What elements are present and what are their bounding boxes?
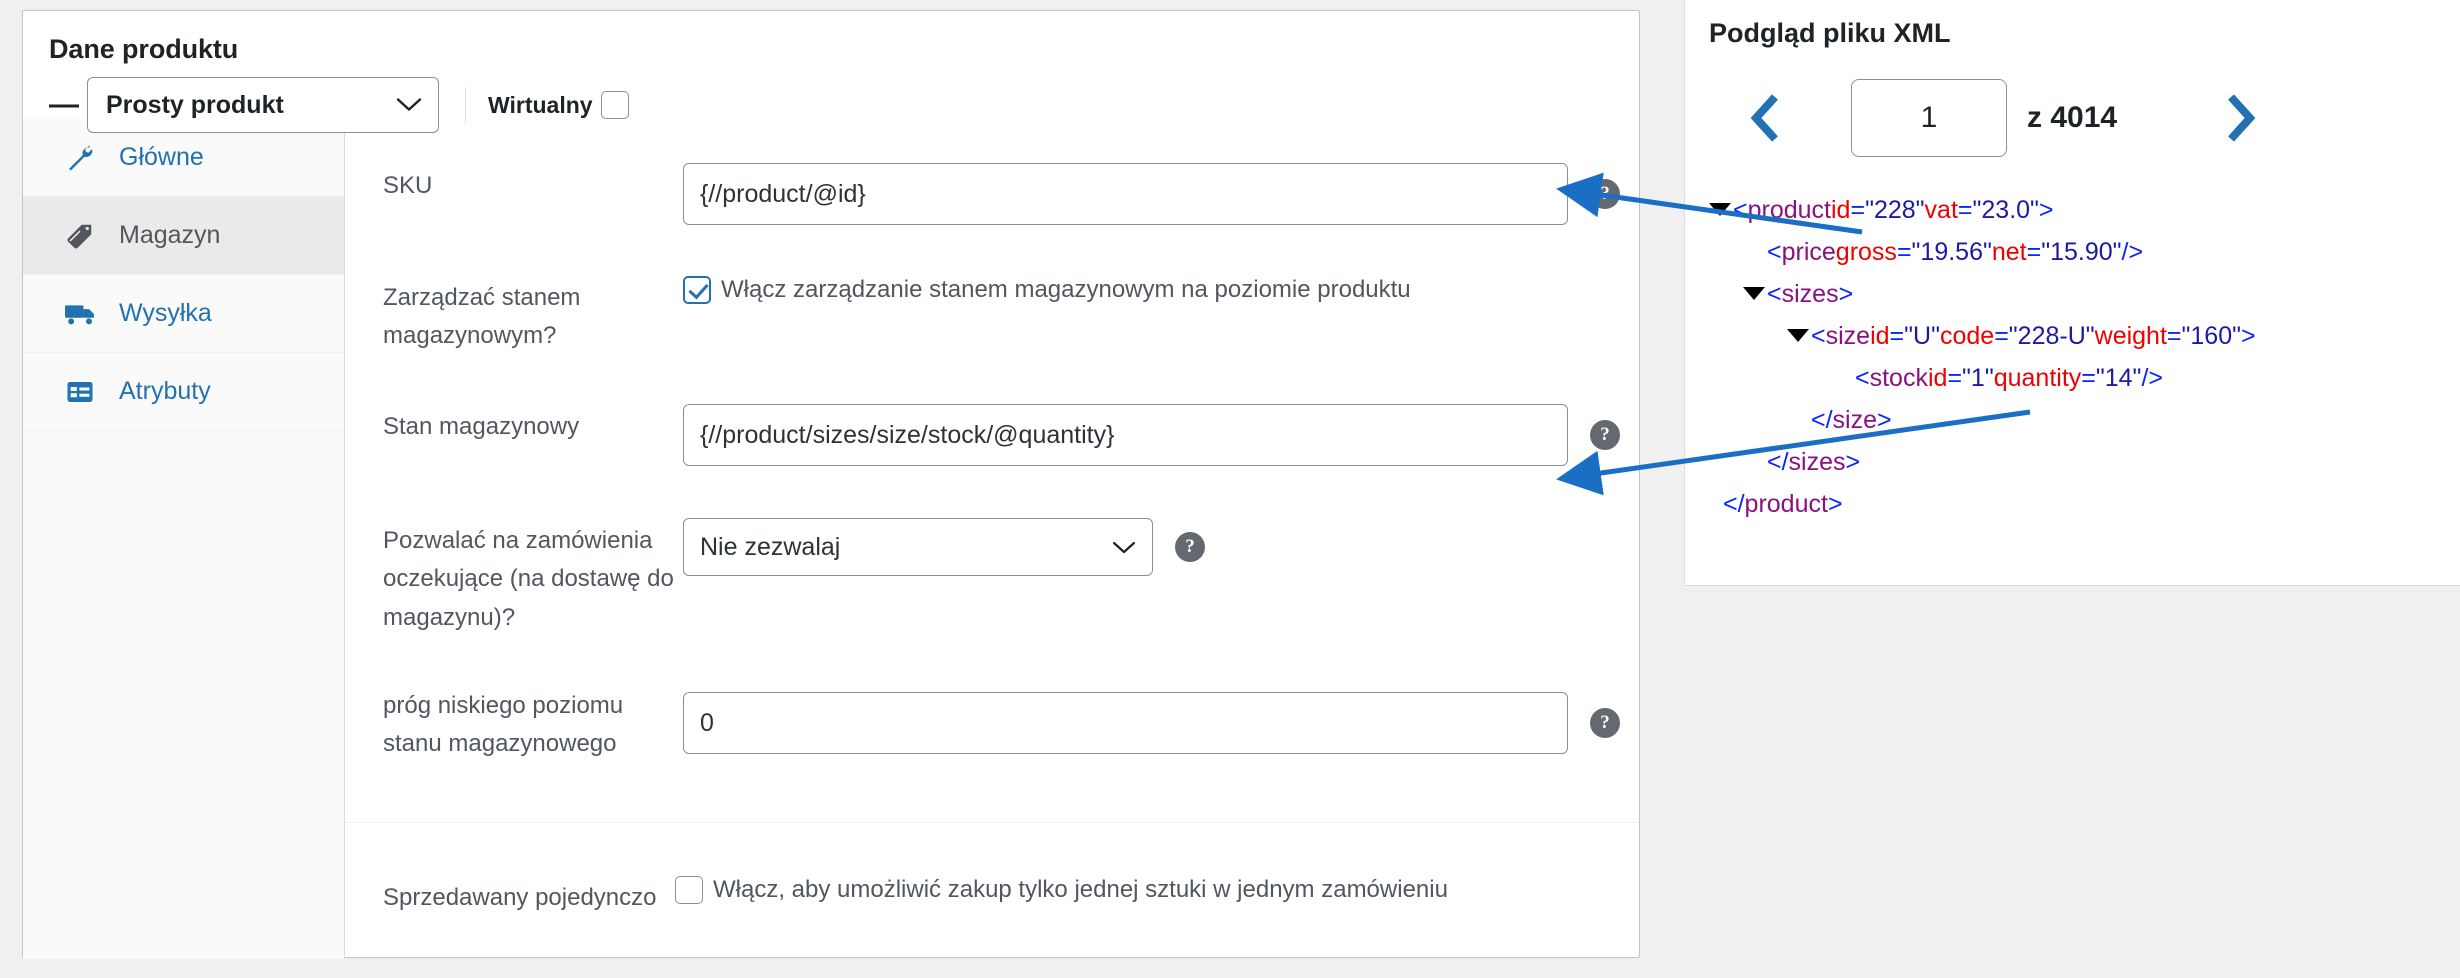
xml-line: <pricegross="19.56"net="15.90"/>: [1767, 238, 2144, 266]
magazyn-fields: SKU {//product/@id} ? Zarządzać stanem m…: [345, 119, 1639, 959]
xml-line: </size>: [1811, 406, 1892, 434]
wrench-icon: [65, 143, 103, 173]
xml-line: <productid="228"vat="23.0">: [1709, 189, 2460, 231]
minus-icon[interactable]: —: [49, 90, 83, 120]
disclosure-triangle-icon[interactable]: [1787, 329, 1809, 342]
xml-line: </sizes>: [1767, 448, 1861, 476]
sidebar-item-label: Atrybuty: [119, 377, 211, 405]
help-icon[interactable]: ?: [1590, 179, 1620, 209]
sidebar-item-magazyn[interactable]: Magazyn: [23, 197, 344, 275]
low-stock-threshold-label: próg niskiego poziomu stanu magazynowego: [383, 691, 624, 758]
page-title: Dane produktu: [49, 34, 239, 64]
backorders-value: Nie zezwalaj: [700, 532, 841, 561]
divider: [465, 87, 466, 124]
xml-page-input[interactable]: 1: [1851, 79, 2007, 157]
virtual-label: Wirtualny: [488, 91, 593, 118]
sidebar-item-label: Główne: [119, 143, 204, 171]
manage-stock-label: Zarządzać stanem magazynowym?: [383, 284, 581, 350]
xml-preview-title: Podgląd pliku XML: [1709, 18, 1951, 48]
tag-icon: [65, 221, 103, 251]
low-stock-threshold-row: próg niskiego poziomu stanu magazynowego…: [345, 683, 1639, 764]
list-icon: [65, 377, 103, 407]
xml-line: <stockid="1"quantity="14"/>: [1855, 364, 2163, 392]
chevron-right-icon[interactable]: [2211, 89, 2269, 147]
help-icon[interactable]: ?: [1590, 708, 1620, 739]
stock-quantity-input[interactable]: {//product/sizes/size/stock/@quantity}: [683, 403, 1568, 466]
xml-tree: <productid="228"vat="23.0"> <pricegross="…: [1709, 189, 2460, 525]
sold-individually-checkbox-label: Włącz, aby umożliwić zakup tylko jednej …: [713, 875, 1448, 903]
backorders-label: Pozwalać na zamówienia oczekujące (na do…: [383, 526, 674, 631]
sidebar-item-label: Wysyłka: [119, 299, 212, 327]
product-data-panel: Dane produktu — Prosty produkt Wirtualny: [22, 10, 1640, 959]
truck-icon: [65, 299, 103, 329]
chevron-down-icon: [396, 91, 422, 120]
sku-input[interactable]: {//product/@id}: [683, 163, 1568, 225]
sold-individually-label: Sprzedawany pojedynczo: [383, 883, 657, 911]
manage-stock-checkbox-label: Włącz zarządzanie stanem magazynowym na …: [721, 276, 1411, 303]
product-data-body: Główne Magazyn Wysyłka Atrybuty SKU {//p…: [23, 119, 1639, 959]
sku-row: SKU {//product/@id} ?: [345, 163, 1639, 225]
virtual-checkbox[interactable]: [600, 91, 629, 120]
sidebar-item-wysylka[interactable]: Wysyłka: [23, 275, 344, 353]
divider: [345, 821, 1639, 823]
xml-page-total: z 4014: [2027, 101, 2118, 134]
sold-individually-checkbox[interactable]: [675, 875, 703, 904]
disclosure-triangle-icon[interactable]: [1743, 287, 1765, 300]
product-type-value: Prosty produkt: [106, 90, 284, 119]
product-data-header: Dane produktu — Prosty produkt Wirtualny: [23, 11, 1639, 134]
chevron-down-icon: [1112, 519, 1136, 575]
stock-quantity-row: Stan magazynowy {//product/sizes/size/st…: [345, 403, 1639, 466]
help-icon[interactable]: ?: [1590, 419, 1620, 450]
sku-label: SKU: [383, 172, 433, 199]
sold-individually-row: Sprzedawany pojedynczo Włącz, aby umożli…: [345, 875, 1639, 917]
xml-line: <sizes>: [1709, 273, 2460, 315]
disclosure-triangle-icon[interactable]: [1709, 203, 1731, 216]
xml-pager: 1 z 4014: [1709, 69, 2460, 167]
chevron-left-icon[interactable]: [1737, 89, 1795, 147]
sidebar-item-label: Magazyn: [119, 221, 221, 249]
screen-root: Dane produktu — Prosty produkt Wirtualny: [0, 0, 2460, 978]
stock-quantity-label: Stan magazynowy: [383, 412, 580, 440]
xml-preview-panel: Podgląd pliku XML 1 z 4014 <productid="2…: [1684, 0, 2460, 586]
help-icon[interactable]: ?: [1175, 531, 1205, 562]
product-data-tabs: Główne Magazyn Wysyłka Atrybuty: [23, 119, 345, 959]
backorders-select[interactable]: Nie zezwalaj: [683, 517, 1153, 576]
manage-stock-checkbox[interactable]: [683, 276, 711, 304]
backorders-row: Pozwalać na zamówienia oczekujące (na do…: [345, 517, 1639, 637]
manage-stock-row: Zarządzać stanem magazynowym? Włącz zarz…: [345, 275, 1639, 356]
sidebar-item-atrybuty[interactable]: Atrybuty: [23, 353, 344, 431]
xml-line: </product>: [1723, 490, 1843, 518]
xml-line: <sizeid="U"code="228-U"weight="160">: [1709, 315, 2460, 357]
low-stock-threshold-input[interactable]: 0: [683, 692, 1568, 755]
